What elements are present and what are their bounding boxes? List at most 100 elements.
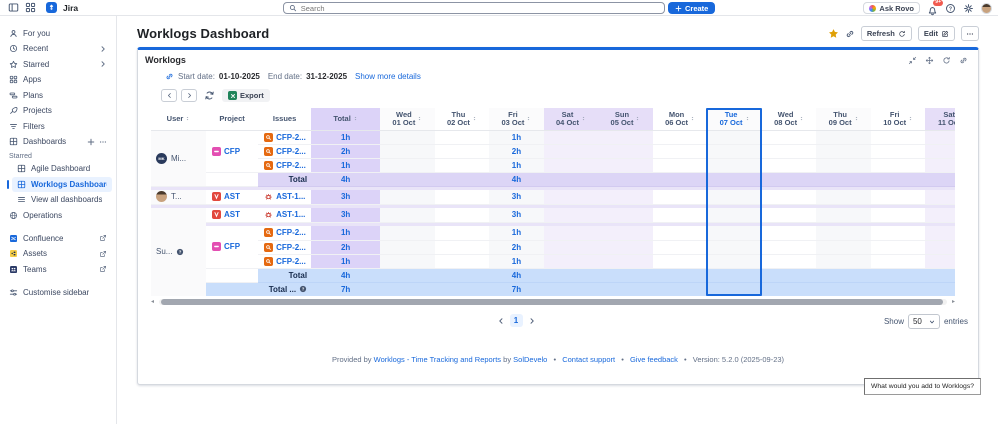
entries-select[interactable]: 50 bbox=[908, 314, 940, 329]
copy-link-icon[interactable] bbox=[845, 29, 855, 39]
horizontal-scrollbar[interactable]: ◂ ▸ bbox=[151, 298, 955, 306]
worklogs-app-link[interactable]: Worklogs - Time Tracking and Reports bbox=[374, 355, 501, 364]
app-switcher-icon[interactable] bbox=[25, 2, 36, 13]
issue-cell[interactable]: CFP-2... bbox=[258, 240, 311, 254]
sort-icon[interactable] bbox=[854, 115, 859, 122]
sidebar-item-operations[interactable]: Operations bbox=[4, 208, 112, 223]
total-cell[interactable]: 1h bbox=[311, 254, 380, 268]
export-button[interactable]: Export bbox=[222, 89, 270, 102]
project-link[interactable]: CFP bbox=[224, 147, 240, 156]
create-button[interactable]: Create bbox=[668, 2, 715, 14]
jira-logo-icon[interactable] bbox=[46, 2, 57, 13]
sort-icon[interactable] bbox=[417, 115, 422, 122]
chevron-right-icon[interactable] bbox=[99, 45, 107, 53]
issue-key-link[interactable]: AST-1... bbox=[276, 192, 305, 201]
col-header-sat-04-oct[interactable]: Sat04 Oct bbox=[544, 108, 599, 130]
issue-key-link[interactable]: CFP-2... bbox=[276, 243, 306, 252]
sort-icon[interactable] bbox=[526, 115, 531, 122]
issue-key-link[interactable]: CFP-2... bbox=[276, 133, 306, 142]
chevron-right-icon[interactable] bbox=[99, 60, 107, 68]
filter-link-icon[interactable] bbox=[165, 72, 174, 81]
issue-key-link[interactable]: CFP-2... bbox=[276, 257, 306, 266]
more-icon[interactable] bbox=[99, 138, 107, 146]
more-actions-button[interactable] bbox=[961, 26, 979, 41]
user-cell[interactable]: Su...? bbox=[151, 208, 206, 296]
total-cell[interactable]: 4h bbox=[311, 172, 380, 186]
gadget-link-icon[interactable] bbox=[959, 56, 968, 65]
total-cell[interactable]: 3h bbox=[311, 190, 380, 204]
sidebar-item-for-you[interactable]: For you bbox=[4, 26, 112, 41]
sidebar-item-teams[interactable]: Teams bbox=[4, 262, 112, 277]
sidebar-item-agile-dashboard[interactable]: Agile Dashboard bbox=[12, 161, 112, 176]
day-cell[interactable]: 1h bbox=[489, 254, 544, 268]
sidebar-item-assets[interactable]: Assets bbox=[4, 246, 112, 261]
total-cell[interactable]: 3h bbox=[311, 208, 380, 222]
search-input[interactable] bbox=[301, 4, 659, 13]
total-cell[interactable]: 4h bbox=[311, 268, 380, 282]
issue-cell[interactable]: CFP-2... bbox=[258, 130, 311, 144]
sidebar-item-view-all-dashboards[interactable]: View all dashboards bbox=[12, 192, 112, 207]
next-page-icon[interactable] bbox=[528, 317, 536, 325]
sidebar-item-worklogs-dashboard[interactable]: Worklogs Dashboard bbox=[12, 177, 112, 192]
project-link[interactable]: AST bbox=[224, 210, 240, 219]
project-cell[interactable]: CFP bbox=[206, 226, 258, 268]
scrollbar-thumb[interactable] bbox=[161, 299, 943, 305]
day-cell[interactable]: 1h bbox=[489, 158, 544, 172]
sort-icon[interactable] bbox=[799, 115, 804, 122]
refresh-button[interactable]: Refresh bbox=[861, 26, 912, 41]
col-header-project[interactable]: Project bbox=[206, 108, 258, 130]
issue-key-link[interactable]: CFP-2... bbox=[276, 228, 306, 237]
sidebar-item-starred[interactable]: Starred bbox=[4, 57, 112, 72]
sort-icon[interactable] bbox=[581, 115, 586, 122]
sidebar-item-plans[interactable]: Plans bbox=[4, 88, 112, 103]
day-cell[interactable]: 4h bbox=[489, 172, 544, 186]
total-cell[interactable]: 1h bbox=[311, 226, 380, 240]
sidebar-item-apps[interactable]: Apps bbox=[4, 72, 112, 87]
col-header-sat-11-oct[interactable]: Sat11 Oct bbox=[925, 108, 955, 130]
prev-page-icon[interactable] bbox=[497, 317, 505, 325]
sort-icon[interactable] bbox=[353, 115, 358, 122]
project-cell[interactable]: AST bbox=[206, 190, 258, 204]
project-link[interactable]: CFP bbox=[224, 242, 240, 251]
qfill-icon[interactable]: ? bbox=[299, 285, 307, 293]
scroll-right-arrow[interactable]: ▸ bbox=[952, 298, 955, 306]
issue-cell[interactable]: CFP-2... bbox=[258, 226, 311, 240]
issue-key-link[interactable]: CFP-2... bbox=[276, 161, 306, 170]
day-cell[interactable]: 7h bbox=[489, 282, 544, 296]
help-icon[interactable]: ? bbox=[945, 3, 956, 14]
sort-icon[interactable] bbox=[745, 115, 750, 122]
col-header-user[interactable]: User bbox=[151, 108, 206, 130]
sidebar-item-customise-sidebar[interactable]: Customise sidebar bbox=[4, 285, 112, 300]
scroll-left-arrow[interactable]: ◂ bbox=[151, 298, 154, 306]
issue-cell[interactable]: CFP-2... bbox=[258, 144, 311, 158]
sort-icon[interactable] bbox=[185, 115, 190, 122]
col-header-wed-08-oct[interactable]: Wed08 Oct bbox=[762, 108, 817, 130]
sidebar-item-projects[interactable]: Projects bbox=[4, 103, 112, 118]
user-cell[interactable]: MKMi... bbox=[151, 130, 206, 186]
day-cell[interactable]: 4h bbox=[489, 268, 544, 282]
col-header-mon-06-oct[interactable]: Mon06 Oct bbox=[653, 108, 708, 130]
sidebar-toggle-icon[interactable] bbox=[8, 2, 19, 13]
give-feedback-link[interactable]: Give feedback bbox=[630, 355, 678, 364]
sidebar-item-filters[interactable]: Filters bbox=[4, 119, 112, 134]
user-avatar[interactable] bbox=[981, 3, 992, 14]
total-cell[interactable]: 2h bbox=[311, 240, 380, 254]
prev-period-button[interactable] bbox=[161, 89, 177, 102]
issue-cell[interactable]: AST-1... bbox=[258, 190, 311, 204]
project-cell[interactable]: AST bbox=[206, 208, 258, 222]
col-header-thu-09-oct[interactable]: Thu09 Oct bbox=[816, 108, 871, 130]
col-header-thu-02-oct[interactable]: Thu02 Oct bbox=[435, 108, 490, 130]
total-cell[interactable]: 2h bbox=[311, 144, 380, 158]
gadget-refresh-icon[interactable] bbox=[942, 56, 951, 65]
reload-data-icon[interactable] bbox=[204, 90, 215, 101]
issue-cell[interactable]: AST-1... bbox=[258, 208, 311, 222]
notifications-bell-icon[interactable]: 9+ bbox=[927, 3, 938, 14]
page-1-button[interactable]: 1 bbox=[510, 314, 523, 327]
col-header-wed-01-oct[interactable]: Wed01 Oct bbox=[380, 108, 435, 130]
project-cell[interactable]: CFP bbox=[206, 130, 258, 172]
issue-cell[interactable]: CFP-2... bbox=[258, 254, 311, 268]
day-cell[interactable]: 3h bbox=[489, 190, 544, 204]
sidebar-item-dashboards[interactable]: Dashboards bbox=[4, 134, 112, 149]
total-cell[interactable]: 1h bbox=[311, 158, 380, 172]
qfill-icon[interactable]: ? bbox=[176, 248, 184, 256]
